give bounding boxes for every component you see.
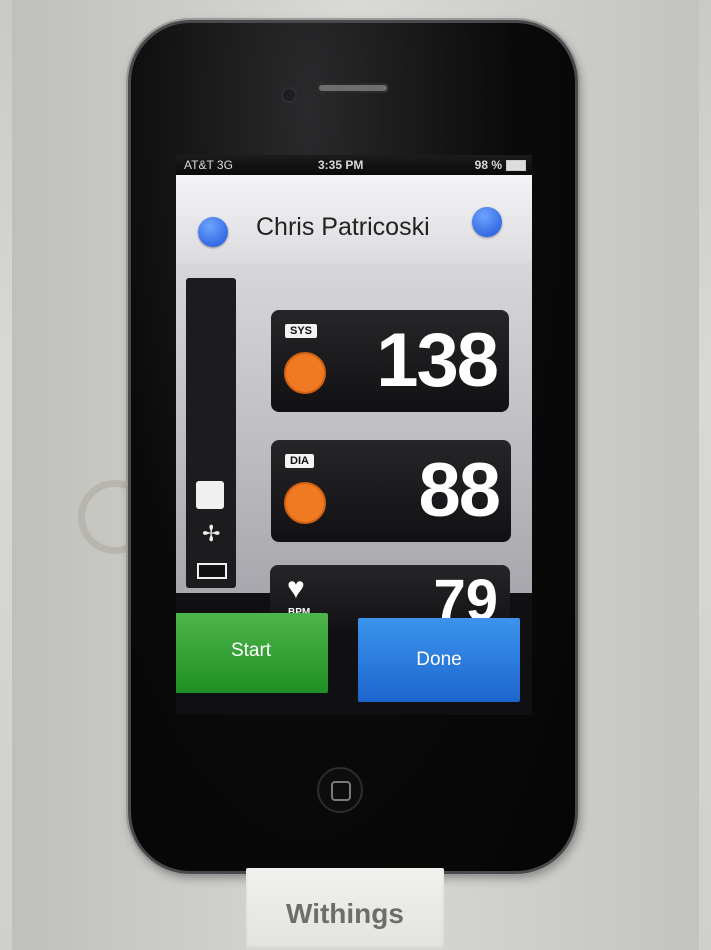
dia-label: DIA: [285, 454, 314, 468]
sys-value: 138: [376, 318, 499, 403]
done-button[interactable]: Done: [358, 618, 520, 702]
person-icon[interactable]: [198, 217, 228, 247]
meter-level: [196, 481, 224, 509]
time-label: 3:35 PM: [318, 158, 364, 172]
dock-brand-label: Withings: [286, 898, 404, 929]
sys-label: SYS: [285, 324, 318, 338]
heart-icon: ♥: [287, 572, 305, 605]
battery-label: 98 %: [474, 158, 502, 172]
dia-tile: DIA 88: [271, 440, 511, 542]
dia-indicator: [284, 482, 326, 524]
status-bar: AT&T 3G 3:35 PM 98 %: [176, 155, 532, 175]
earpiece-speaker: [317, 83, 389, 93]
home-button[interactable]: [317, 767, 363, 813]
sys-tile: SYS 138: [271, 310, 509, 412]
device-dock: Withings: [246, 868, 444, 950]
start-button[interactable]: Start: [176, 613, 328, 693]
carrier-label: AT&T 3G: [184, 158, 233, 172]
page-title: Chris Patricoski: [256, 213, 430, 241]
screen: AT&T 3G 3:35 PM 98 % Chris Patricoski ✢ …: [176, 155, 532, 715]
dia-value: 88: [418, 448, 501, 533]
home-icon: [331, 781, 351, 801]
gear-icon[interactable]: [472, 207, 502, 237]
pressure-meter: ✢: [186, 278, 236, 588]
front-camera: [281, 87, 297, 103]
sys-indicator: [284, 352, 326, 394]
header: Chris Patricoski: [176, 175, 532, 263]
battery-icon: [506, 160, 526, 171]
device-battery-icon: [197, 563, 227, 579]
fan-icon: ✢: [202, 521, 221, 546]
